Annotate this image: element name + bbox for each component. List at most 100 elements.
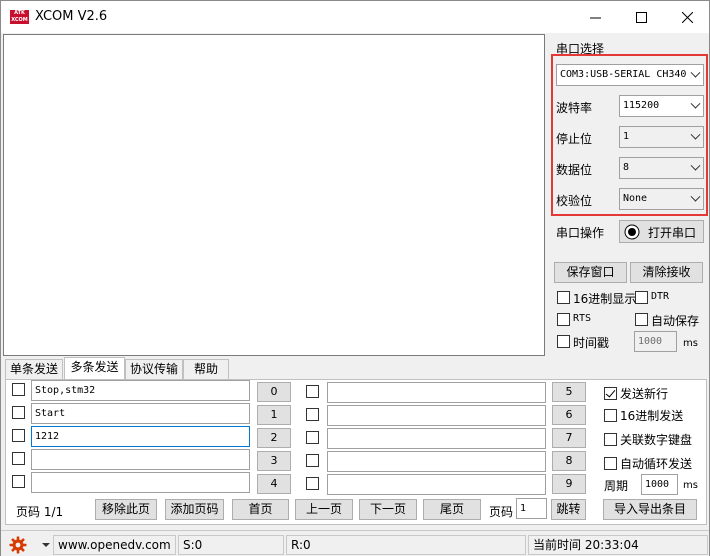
close-button[interactable] <box>664 1 710 33</box>
caret-down-icon <box>42 543 50 547</box>
period-unit: ms <box>683 480 698 491</box>
page-input-label: 页码 <box>489 505 514 519</box>
import-export-button[interactable]: 导入导出条目 <box>603 499 697 520</box>
first-page-button[interactable]: 首页 <box>232 499 289 520</box>
dtr-label: DTR <box>651 291 670 302</box>
row4-checkbox[interactable] <box>12 475 25 488</box>
row2-input[interactable]: 1212 <box>31 426 250 447</box>
baud-value: 115200 <box>623 100 660 111</box>
row3-checkbox[interactable] <box>12 452 25 465</box>
hex-send-checkbox[interactable] <box>604 409 617 422</box>
port-select[interactable]: COM3:USB-SERIAL CH340 <box>556 64 704 86</box>
row0-input[interactable]: Stop,stm32 <box>31 380 250 401</box>
row9-input[interactable] <box>327 474 546 495</box>
timestamp-label: 时间戳 <box>573 336 610 350</box>
link-numpad-checkbox[interactable] <box>604 433 617 446</box>
row5-input[interactable] <box>327 382 546 403</box>
remove-page-button[interactable]: 移除此页 <box>95 499 157 520</box>
send-newline-checkbox[interactable] <box>604 387 617 400</box>
data-bits-value: 8 <box>623 162 630 173</box>
open-port-button[interactable]: 打开串口 <box>619 220 704 243</box>
chevron-down-icon <box>690 98 701 109</box>
row1-input[interactable]: Start <box>31 403 250 424</box>
timestamp-interval-input[interactable]: 1000 <box>634 331 677 352</box>
send-newline-label: 发送新行 <box>620 387 669 401</box>
row5-checkbox[interactable] <box>306 385 319 398</box>
maximize-button[interactable] <box>618 1 664 33</box>
rts-label: RTS <box>573 313 592 324</box>
next-page-button[interactable]: 下一页 <box>359 499 417 520</box>
send-row1-button[interactable]: 1 <box>257 405 291 425</box>
receive-textarea[interactable] <box>3 34 545 356</box>
send-row9-button[interactable]: 9 <box>552 474 586 494</box>
gear-icon <box>9 536 27 554</box>
period-input[interactable]: 1000 <box>641 474 678 495</box>
tab-single-send[interactable]: 单条发送 <box>5 359 63 379</box>
prev-page-button[interactable]: 上一页 <box>295 499 353 520</box>
tab-multi-send[interactable]: 多条发送 <box>64 357 125 380</box>
open-port-label: 打开串口 <box>648 226 697 240</box>
website-link[interactable]: www.openedv.com <box>53 535 176 555</box>
tab-help[interactable]: 帮助 <box>183 359 229 379</box>
send-row8-button[interactable]: 8 <box>552 451 586 471</box>
baud-label: 波特率 <box>556 101 593 115</box>
data-bits-label: 数据位 <box>556 163 593 177</box>
tab-protocol[interactable]: 协议传输 <box>125 359 183 379</box>
auto-save-label: 自动保存 <box>651 314 700 328</box>
data-bits-select[interactable]: 8 <box>619 157 704 179</box>
baud-select[interactable]: 115200 <box>619 95 704 117</box>
row2-checkbox[interactable] <box>12 429 25 442</box>
rts-checkbox[interactable] <box>557 313 570 326</box>
minimize-button[interactable] <box>572 1 618 33</box>
row0-checkbox[interactable] <box>12 383 25 396</box>
row7-input[interactable] <box>327 428 546 449</box>
sent-count: S:0 <box>178 535 284 555</box>
send-row5-button[interactable]: 5 <box>552 382 586 402</box>
current-time: 当前时间 20:33:04 <box>528 535 708 555</box>
hex-display-checkbox[interactable] <box>557 291 570 304</box>
row6-checkbox[interactable] <box>306 408 319 421</box>
send-row7-button[interactable]: 7 <box>552 428 586 448</box>
power-indicator-icon <box>624 224 640 240</box>
dtr-checkbox[interactable] <box>635 291 648 304</box>
page-number-input[interactable]: 1 <box>516 498 547 519</box>
current-time-label: 当前时间 <box>533 538 582 552</box>
row6-input[interactable] <box>327 405 546 426</box>
timestamp-unit: ms <box>683 338 698 349</box>
send-row6-button[interactable]: 6 <box>552 405 586 425</box>
settings-dropdown[interactable] <box>7 535 53 555</box>
chevron-down-icon <box>690 160 701 171</box>
save-window-button[interactable]: 保存窗口 <box>554 262 627 283</box>
row8-checkbox[interactable] <box>306 454 319 467</box>
row1-checkbox[interactable] <box>12 406 25 419</box>
add-page-button[interactable]: 添加页码 <box>165 499 224 520</box>
parity-select[interactable]: None <box>619 188 704 210</box>
jump-button[interactable]: 跳转 <box>551 499 586 520</box>
row4-input[interactable] <box>31 472 250 493</box>
auto-save-checkbox[interactable] <box>635 313 648 326</box>
stop-bits-select[interactable]: 1 <box>619 126 704 148</box>
window-title: XCOM V2.6 <box>35 9 108 24</box>
parity-label: 校验位 <box>556 194 593 208</box>
row8-input[interactable] <box>327 451 546 472</box>
current-time-value: 20:33:04 <box>584 538 639 552</box>
timestamp-checkbox[interactable] <box>557 335 570 348</box>
row7-checkbox[interactable] <box>306 431 319 444</box>
chevron-down-icon <box>690 191 701 202</box>
page-indicator: 页码 1/1 <box>16 505 64 519</box>
last-page-button[interactable]: 尾页 <box>423 499 481 520</box>
send-row3-button[interactable]: 3 <box>257 451 291 471</box>
row3-input[interactable] <box>31 449 250 470</box>
serial-op-label: 串口操作 <box>556 226 605 240</box>
send-row0-button[interactable]: 0 <box>257 382 291 402</box>
atk-logo-icon: ATK XCOM <box>10 10 29 24</box>
link-numpad-label: 关联数字键盘 <box>620 433 693 447</box>
close-icon <box>681 11 693 23</box>
hex-display-label: 16进制显示 <box>573 292 637 306</box>
row9-checkbox[interactable] <box>306 477 319 490</box>
auto-loop-checkbox[interactable] <box>604 457 617 470</box>
send-row2-button[interactable]: 2 <box>257 428 291 448</box>
minimize-icon <box>589 17 601 18</box>
send-row4-button[interactable]: 4 <box>257 474 291 494</box>
clear-receive-button[interactable]: 清除接收 <box>630 262 703 283</box>
